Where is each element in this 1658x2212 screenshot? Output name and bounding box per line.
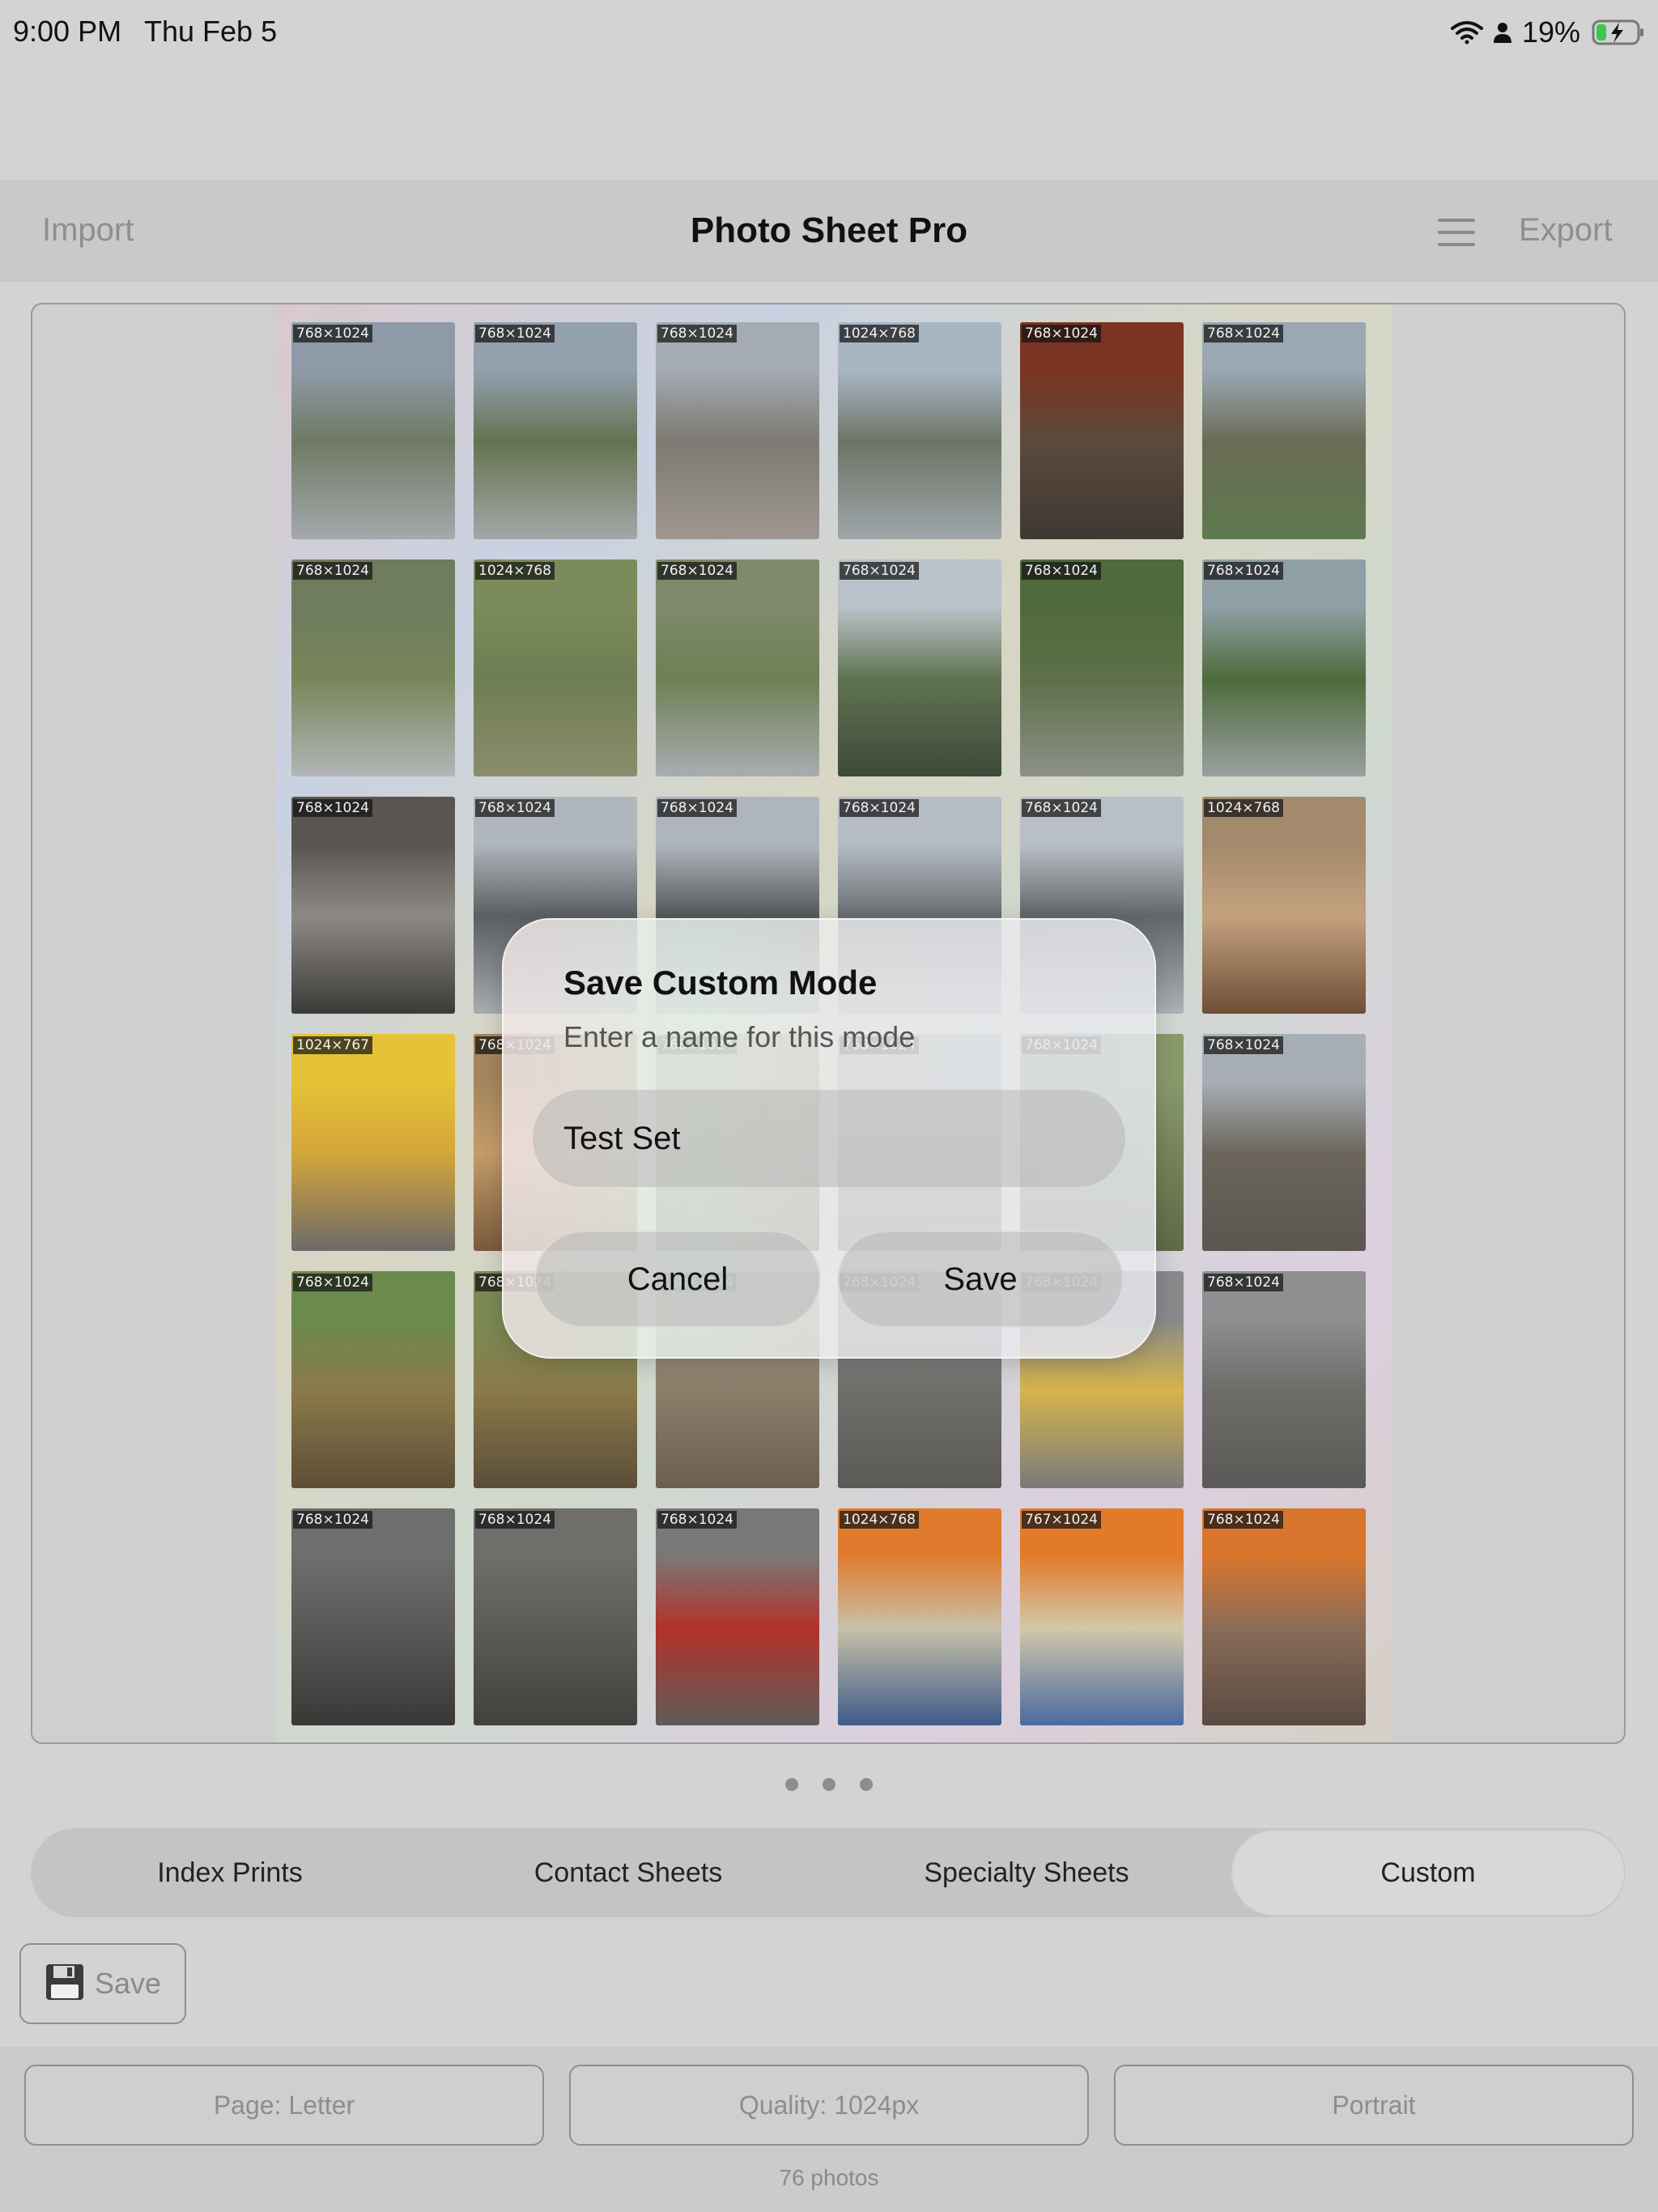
photo-dimensions-label: 768×1024	[293, 562, 372, 580]
save-custom-mode-dialog: Save Custom Mode Enter a name for this m…	[502, 918, 1156, 1359]
save-button[interactable]: Save	[837, 1231, 1124, 1328]
photo-dimensions-label: 768×1024	[840, 799, 919, 817]
sheet-settings: Page: Letter Quality: 1024px Portrait 76…	[0, 2047, 1658, 2212]
dialog-subtitle: Enter a name for this mode	[563, 1020, 916, 1053]
app-title: Photo Sheet Pro	[690, 211, 968, 250]
photo-thumbnail[interactable]: 768×1024	[1020, 559, 1184, 776]
photo-thumbnail[interactable]: 1024×768	[838, 1508, 1001, 1725]
mode-tabs: Index Prints Contact Sheets Specialty Sh…	[31, 1828, 1626, 1917]
export-button[interactable]: Export	[1519, 212, 1613, 249]
photo-thumbnail[interactable]: 768×1024	[1202, 1508, 1366, 1725]
photo-thumbnail[interactable]: 1024×768	[474, 559, 637, 776]
photo-dimensions-label: 768×1024	[293, 799, 372, 817]
photo-dimensions-label: 768×1024	[1204, 325, 1283, 342]
photo-thumbnail[interactable]: 768×1024	[656, 322, 819, 539]
photo-thumbnail[interactable]: 768×1024	[291, 559, 455, 776]
photo-thumbnail[interactable]: 767×1024	[1020, 1508, 1184, 1725]
page-dot[interactable]	[823, 1778, 835, 1791]
photo-dimensions-label: 768×1024	[840, 562, 919, 580]
person-icon	[1491, 20, 1514, 45]
photo-thumbnail[interactable]: 768×1024	[1202, 322, 1366, 539]
photo-thumbnail[interactable]: 768×1024	[656, 1508, 819, 1725]
photo-thumbnail[interactable]: 1024×768	[1202, 797, 1366, 1014]
photo-thumbnail[interactable]: 768×1024	[1202, 1271, 1366, 1488]
photo-dimensions-label: 768×1024	[1204, 1036, 1283, 1054]
photo-dimensions-label: 768×1024	[475, 799, 555, 817]
page-size-button[interactable]: Page: Letter	[24, 2065, 544, 2146]
photo-dimensions-label: 768×1024	[293, 1511, 372, 1529]
photo-dimensions-label: 768×1024	[293, 1274, 372, 1291]
save-mode-label: Save	[94, 1967, 162, 2000]
floppy-disk-icon	[45, 1963, 85, 2006]
status-bar: 9:00 PM Thu Feb 5 19%	[0, 0, 1658, 65]
photo-dimensions-label: 768×1024	[293, 325, 372, 342]
page-dot[interactable]	[860, 1778, 873, 1791]
navigation-bar: Import Photo Sheet Pro Export	[0, 180, 1658, 282]
photo-thumbnail[interactable]: 768×1024	[474, 1508, 637, 1725]
photo-dimensions-label: 768×1024	[1204, 1511, 1283, 1529]
status-indicators: 19%	[1450, 11, 1645, 53]
wifi-icon	[1450, 20, 1483, 45]
photo-dimensions-label: 768×1024	[657, 325, 737, 342]
battery-percent: 19%	[1521, 15, 1580, 49]
tab-custom[interactable]: Custom	[1232, 1831, 1624, 1915]
photo-thumbnail[interactable]: 768×1024	[1202, 559, 1366, 776]
tab-contact-sheets[interactable]: Contact Sheets	[429, 1828, 827, 1917]
photo-thumbnail[interactable]: 768×1024	[291, 322, 455, 539]
photo-count: 76 photos	[779, 2165, 879, 2190]
photo-thumbnail[interactable]: 768×1024	[656, 559, 819, 776]
hamburger-menu-icon[interactable]	[1438, 219, 1475, 251]
photo-thumbnail[interactable]: 768×1024	[1020, 322, 1184, 539]
status-date: Thu Feb 5	[144, 15, 278, 48]
photo-dimensions-label: 1024×768	[475, 562, 555, 580]
battery-charging-icon	[1592, 19, 1645, 46]
photo-dimensions-label: 768×1024	[1204, 1274, 1283, 1291]
photo-dimensions-label: 1024×768	[840, 325, 919, 342]
photo-dimensions-label: 768×1024	[657, 1511, 737, 1529]
page-dot[interactable]	[785, 1778, 798, 1791]
status-time: 9:00 PM	[13, 15, 122, 48]
photo-dimensions-label: 1024×768	[1204, 799, 1283, 817]
photo-dimensions-label: 768×1024	[657, 799, 737, 817]
photo-thumbnail[interactable]: 768×1024	[838, 559, 1001, 776]
photo-dimensions-label: 1024×767	[293, 1036, 372, 1054]
photo-dimensions-label: 768×1024	[657, 562, 737, 580]
cancel-button[interactable]: Cancel	[534, 1231, 821, 1328]
dialog-title: Save Custom Mode	[563, 963, 878, 1002]
photo-thumbnail[interactable]: 768×1024	[291, 1508, 455, 1725]
tab-specialty-sheets[interactable]: Specialty Sheets	[827, 1828, 1226, 1917]
photo-thumbnail[interactable]: 768×1024	[291, 797, 455, 1014]
photo-dimensions-label: 767×1024	[1022, 1511, 1101, 1529]
photo-thumbnail[interactable]: 768×1024	[1202, 1034, 1366, 1251]
photo-dimensions-label: 768×1024	[1022, 799, 1101, 817]
photo-dimensions-label: 768×1024	[1022, 325, 1101, 342]
photo-dimensions-label: 768×1024	[1022, 562, 1101, 580]
photo-dimensions-label: 768×1024	[1204, 562, 1283, 580]
orientation-button[interactable]: Portrait	[1114, 2065, 1634, 2146]
page-indicator[interactable]	[0, 1778, 1658, 1791]
photo-dimensions-label: 768×1024	[475, 325, 555, 342]
photo-dimensions-label: 1024×768	[840, 1511, 919, 1529]
photo-dimensions-label: 768×1024	[475, 1511, 555, 1529]
save-mode-button[interactable]: Save	[19, 1943, 186, 2024]
tab-index-prints[interactable]: Index Prints	[31, 1828, 429, 1917]
photo-thumbnail[interactable]: 1024×768	[838, 322, 1001, 539]
photo-thumbnail[interactable]: 768×1024	[474, 322, 637, 539]
mode-name-input[interactable]	[533, 1090, 1125, 1187]
photo-thumbnail[interactable]: 768×1024	[291, 1271, 455, 1488]
quality-button[interactable]: Quality: 1024px	[569, 2065, 1089, 2146]
photo-thumbnail[interactable]: 1024×767	[291, 1034, 455, 1251]
